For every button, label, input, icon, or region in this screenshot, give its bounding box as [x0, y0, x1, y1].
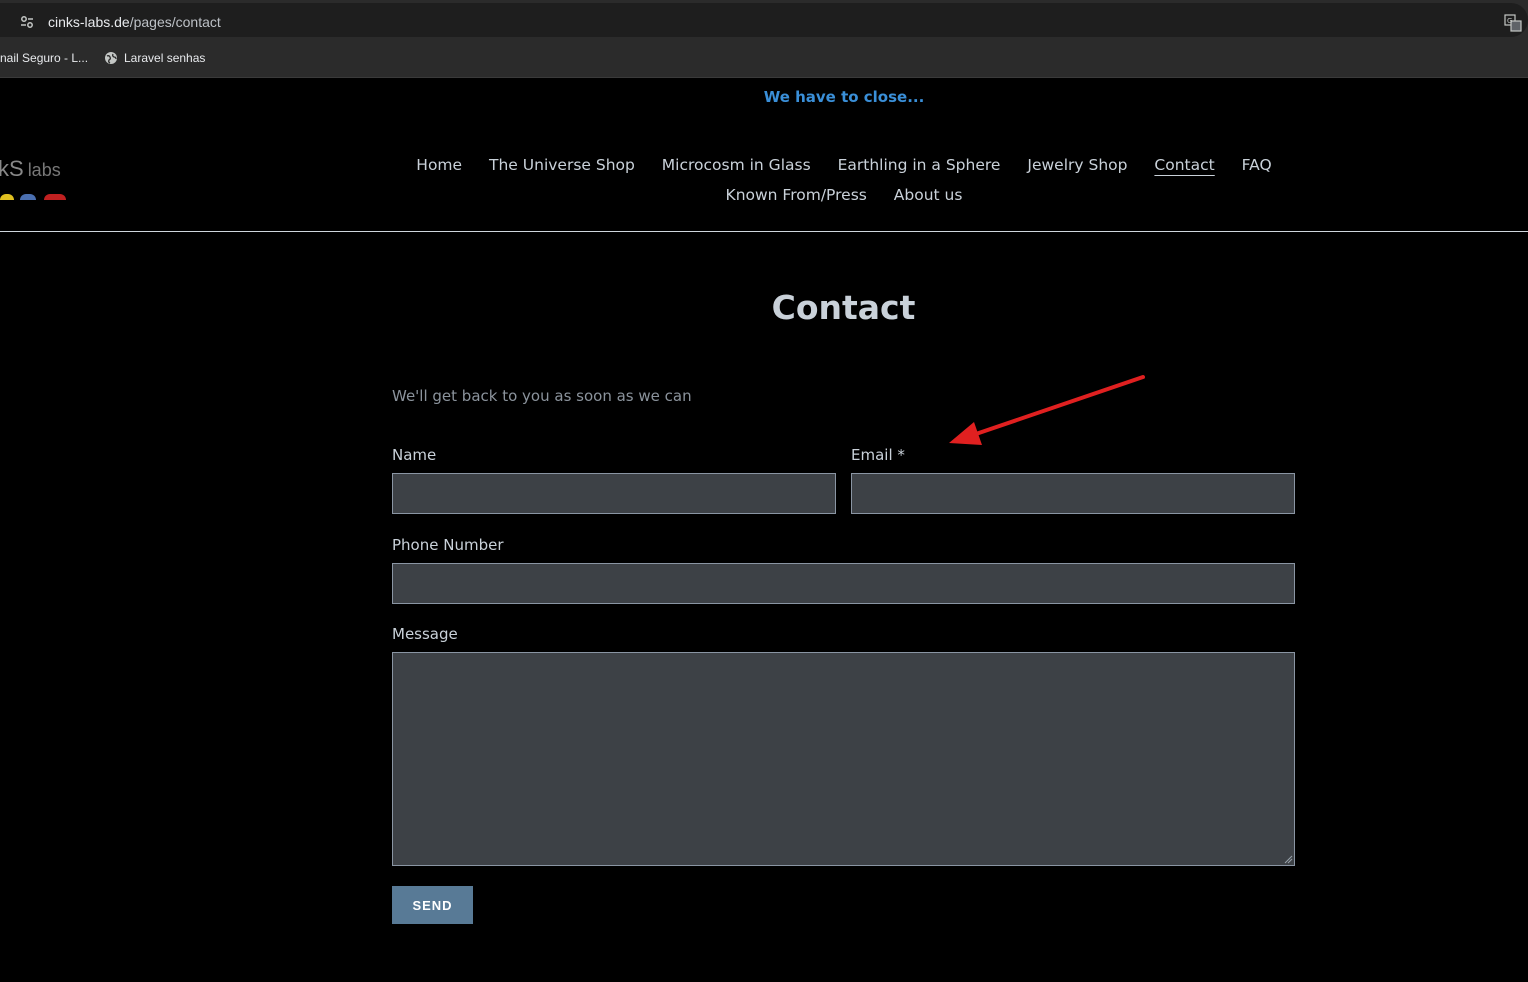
header-divider	[0, 231, 1528, 232]
address-field[interactable]: cinks-labs.de/pages/contact G	[0, 3, 1528, 37]
bookmarks-bar: nail Seguro - L... Laravel senhas	[0, 40, 1528, 78]
nav-item-universe-shop[interactable]: The Universe Shop	[489, 150, 635, 180]
bookmark-label: nail Seguro - L...	[0, 51, 89, 65]
announcement-bar[interactable]: We have to close...	[0, 88, 1528, 106]
nav-item-about-us[interactable]: About us	[894, 180, 963, 210]
page-title-text: Contact	[771, 288, 916, 327]
email-label: Email *	[851, 446, 905, 464]
name-label: Name	[392, 446, 437, 464]
announcement-text[interactable]: We have to close...	[764, 88, 925, 106]
site-settings-icon[interactable]	[18, 13, 36, 31]
page-title: Contact	[392, 288, 1295, 327]
resize-handle-icon[interactable]	[1284, 855, 1293, 864]
annotation-arrow-icon	[949, 375, 1145, 445]
nav-item-microcosm-in-glass[interactable]: Microcosm in Glass	[662, 150, 811, 180]
bookmark-label: Laravel senhas	[124, 51, 206, 65]
main-navigation: Home The Universe Shop Microcosm in Glas…	[380, 150, 1308, 210]
bookmark-item[interactable]: nail Seguro - L...	[0, 49, 88, 67]
nav-item-jewelry-shop[interactable]: Jewelry Shop	[1027, 150, 1127, 180]
name-input[interactable]	[392, 473, 836, 514]
logo-mark: kS	[0, 156, 24, 181]
send-button[interactable]: SEND	[392, 886, 473, 924]
logo-dot-yellow	[0, 194, 14, 200]
nav-item-earthling-in-a-sphere[interactable]: Earthling in a Sphere	[838, 150, 1001, 180]
logo-suffix: labs	[27, 160, 61, 180]
logo-color-dots	[0, 194, 70, 200]
url-text[interactable]: cinks-labs.de/pages/contact	[48, 14, 221, 30]
nav-item-known-from-press[interactable]: Known From/Press	[726, 180, 867, 210]
nav-item-home[interactable]: Home	[416, 150, 462, 180]
logo-dot-blue	[20, 194, 36, 200]
nav-item-faq[interactable]: FAQ	[1242, 150, 1272, 180]
phone-input[interactable]	[392, 563, 1295, 604]
contact-subtitle: We'll get back to you as soon as we can	[392, 387, 692, 405]
url-path: /pages/contact	[129, 14, 221, 30]
nav-item-contact[interactable]: Contact	[1154, 150, 1214, 180]
phone-label: Phone Number	[392, 536, 504, 554]
bookmark-item[interactable]: Laravel senhas	[104, 49, 205, 67]
logo-dot-red	[44, 194, 66, 200]
browser-url-bar: cinks-labs.de/pages/contact G	[0, 0, 1528, 40]
translate-icon[interactable]: G	[1504, 14, 1522, 32]
url-host: cinks-labs.de	[48, 14, 130, 30]
globe-icon	[105, 52, 117, 64]
email-input[interactable]	[851, 473, 1295, 514]
logo-text: kS labs	[0, 156, 61, 182]
message-textarea[interactable]	[392, 652, 1295, 866]
site-logo[interactable]: kS labs	[0, 156, 70, 202]
svg-text:G: G	[1507, 17, 1512, 25]
message-label: Message	[392, 625, 458, 643]
